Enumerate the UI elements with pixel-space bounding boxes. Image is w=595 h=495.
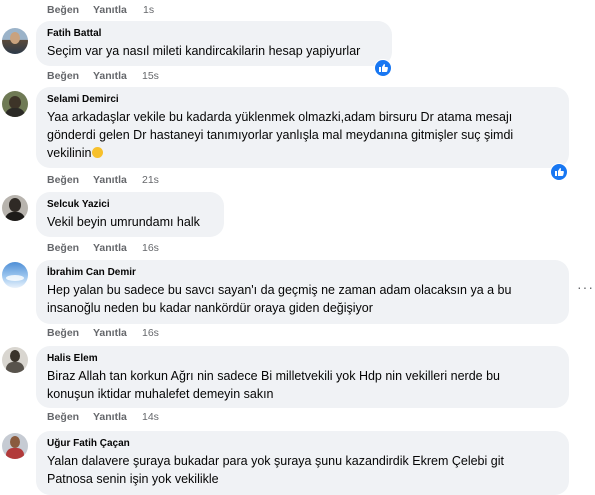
comment-text: Vekil beyin umrundamı halk	[47, 215, 200, 229]
comment-time[interactable]: 14s	[142, 411, 159, 423]
reply-button[interactable]: Yanıtla	[93, 327, 127, 339]
comment-text: Yalan dalavere şuraya bukadar para yok ş…	[47, 454, 504, 486]
like-button[interactable]: Beğen	[47, 70, 79, 82]
comment-text: Hep yalan bu sadece bu savcı sayan'ı da …	[47, 283, 512, 315]
comment-time[interactable]: 16s	[142, 327, 159, 339]
avatar[interactable]	[2, 347, 28, 373]
comment-time[interactable]: 21s	[142, 174, 159, 186]
like-button[interactable]: Beğen	[47, 174, 79, 186]
comment-author[interactable]: İbrahim Can Demir	[47, 267, 136, 278]
like-reaction-icon[interactable]	[374, 59, 392, 77]
comment-bubble: Halis Elem Biraz Allah tan korkun Ağrı n…	[36, 346, 569, 408]
comment-text: Seçim var ya nasıl mileti kandircakilari…	[47, 44, 361, 58]
comment-time[interactable]: 16s	[142, 242, 159, 254]
comment-text: Biraz Allah tan korkun Ağrı nin sadece B…	[47, 369, 501, 401]
comment-author[interactable]: Selami Demirci	[47, 94, 119, 105]
like-button[interactable]: Beğen	[47, 327, 79, 339]
comment-bubble: Uğur Fatih Çaçan Yalan dalavere şuraya b…	[36, 431, 569, 495]
comment-time[interactable]: 1s	[143, 4, 154, 16]
avatar[interactable]	[2, 91, 28, 117]
comment-author[interactable]: Halis Elem	[47, 353, 98, 364]
comment-author[interactable]: Fatih Battal	[47, 28, 101, 39]
like-reaction-icon[interactable]	[550, 163, 568, 181]
smiling-face-emoji-icon	[92, 147, 104, 158]
reply-button[interactable]: Yanıtla	[93, 4, 127, 16]
avatar[interactable]	[2, 433, 28, 459]
avatar[interactable]	[2, 28, 28, 54]
like-button[interactable]: Beğen	[47, 411, 79, 423]
like-button[interactable]: Beğen	[47, 4, 79, 16]
comment-bubble: İbrahim Can Demir Hep yalan bu sadece bu…	[36, 260, 569, 324]
reply-button[interactable]: Yanıtla	[93, 174, 127, 186]
comment-author[interactable]: Uğur Fatih Çaçan	[47, 438, 130, 449]
avatar[interactable]	[2, 262, 28, 288]
comment-author[interactable]: Selcuk Yazici	[47, 199, 110, 210]
comment-bubble: Selami Demirci Yaa arkadaşlar vekile bu …	[36, 87, 569, 168]
comment-time[interactable]: 15s	[142, 70, 159, 82]
reply-button[interactable]: Yanıtla	[93, 411, 127, 423]
more-options-icon[interactable]: ···	[577, 279, 594, 295]
reply-button[interactable]: Yanıtla	[93, 70, 127, 82]
like-button[interactable]: Beğen	[47, 242, 79, 254]
avatar[interactable]	[2, 195, 28, 221]
comment-bubble: Fatih Battal Seçim var ya nasıl mileti k…	[36, 21, 392, 66]
reply-button[interactable]: Yanıtla	[93, 242, 127, 254]
comment-text: Yaa arkadaşlar vekile bu kadarda yüklenm…	[47, 110, 514, 160]
comment-bubble: Selcuk Yazici Vekil beyin umrundamı halk	[36, 192, 224, 237]
